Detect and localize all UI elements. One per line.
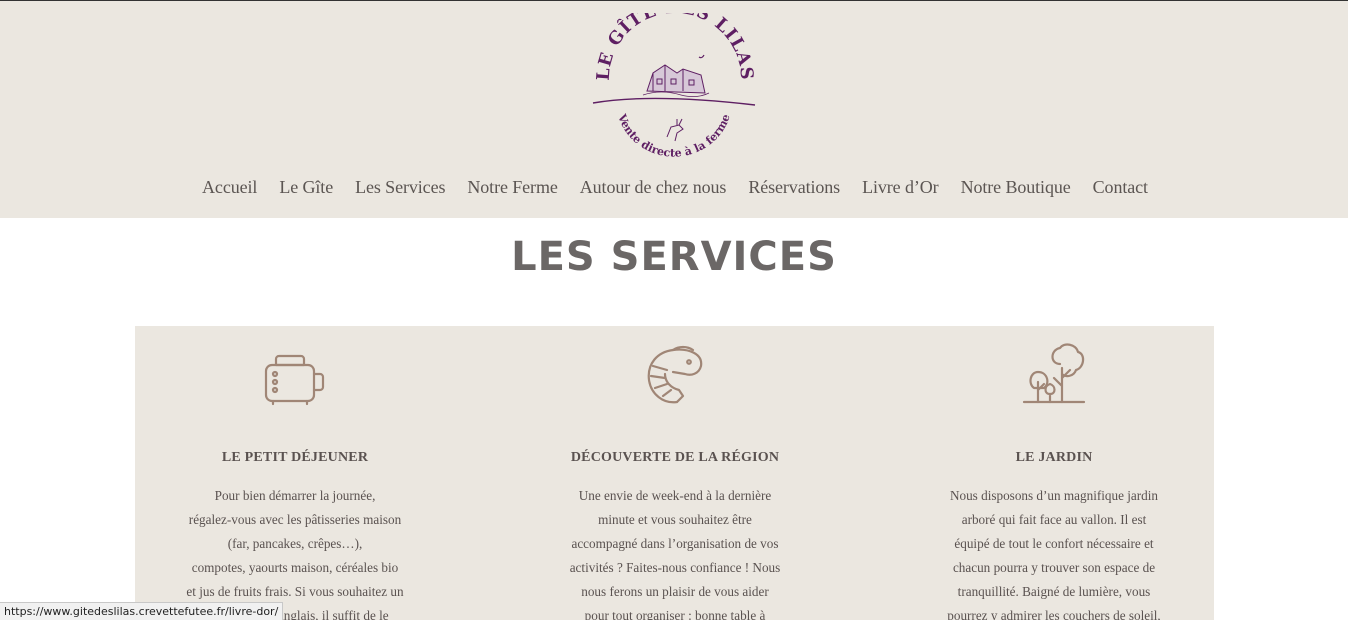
service-description: Nous disposons d’un magnifique jardin ar… <box>947 488 1161 620</box>
service-description: Une envie de week-end à la dernière minu… <box>569 488 781 620</box>
nav-item-autour-de-chez-nous[interactable]: Autour de chez nous <box>580 177 727 198</box>
service-description: Pour bien démarrer la journée, régalez-v… <box>186 488 404 620</box>
service-title: LE JARDIN <box>1015 450 1093 465</box>
logo-top-text: LE GÎTE DES LILAS <box>594 13 756 81</box>
site-header: LE GÎTE DES LILAS Vente directe à la fer… <box>0 1 1348 218</box>
nav-item-notre-boutique[interactable]: Notre Boutique <box>961 177 1071 198</box>
toaster-icon <box>264 354 325 406</box>
nav-item-les-services[interactable]: Les Services <box>355 177 445 198</box>
svg-text:LE GÎTE DES LILAS: LE GÎTE DES LILAS <box>594 13 757 81</box>
nav-item-reservations[interactable]: Réservations <box>748 177 840 198</box>
nav-item-notre-ferme[interactable]: Notre Ferme <box>467 177 557 198</box>
nav-item-le-gite[interactable]: Le Gîte <box>279 177 333 198</box>
site-logo[interactable]: LE GÎTE DES LILAS Vente directe à la fer… <box>591 13 757 171</box>
main-nav: Accueil Le Gîte Les Services Notre Ferme… <box>0 177 1348 198</box>
status-bar-url: https://www.gitedeslilas.crevettefutee.f… <box>0 602 284 620</box>
page-title: LES SERVICES <box>511 234 837 280</box>
nav-item-contact[interactable]: Contact <box>1093 177 1148 198</box>
service-title: DÉCOUVERTE DE LA RÉGION <box>570 450 780 465</box>
svg-text:Vente directe à la ferme: Vente directe à la ferme <box>615 111 733 159</box>
service-title: LE PETIT DÉJEUNER <box>221 450 369 465</box>
nav-item-livre-dor[interactable]: Livre d’Or <box>862 177 939 198</box>
shrimp-icon <box>647 345 703 404</box>
logo-bottom-text: Vente directe à la ferme <box>615 111 733 159</box>
services-section: LE PETIT DÉJEUNER Pour bien démarrer la … <box>135 326 1214 620</box>
trees-icon <box>1022 343 1086 404</box>
nav-item-accueil[interactable]: Accueil <box>202 177 257 198</box>
